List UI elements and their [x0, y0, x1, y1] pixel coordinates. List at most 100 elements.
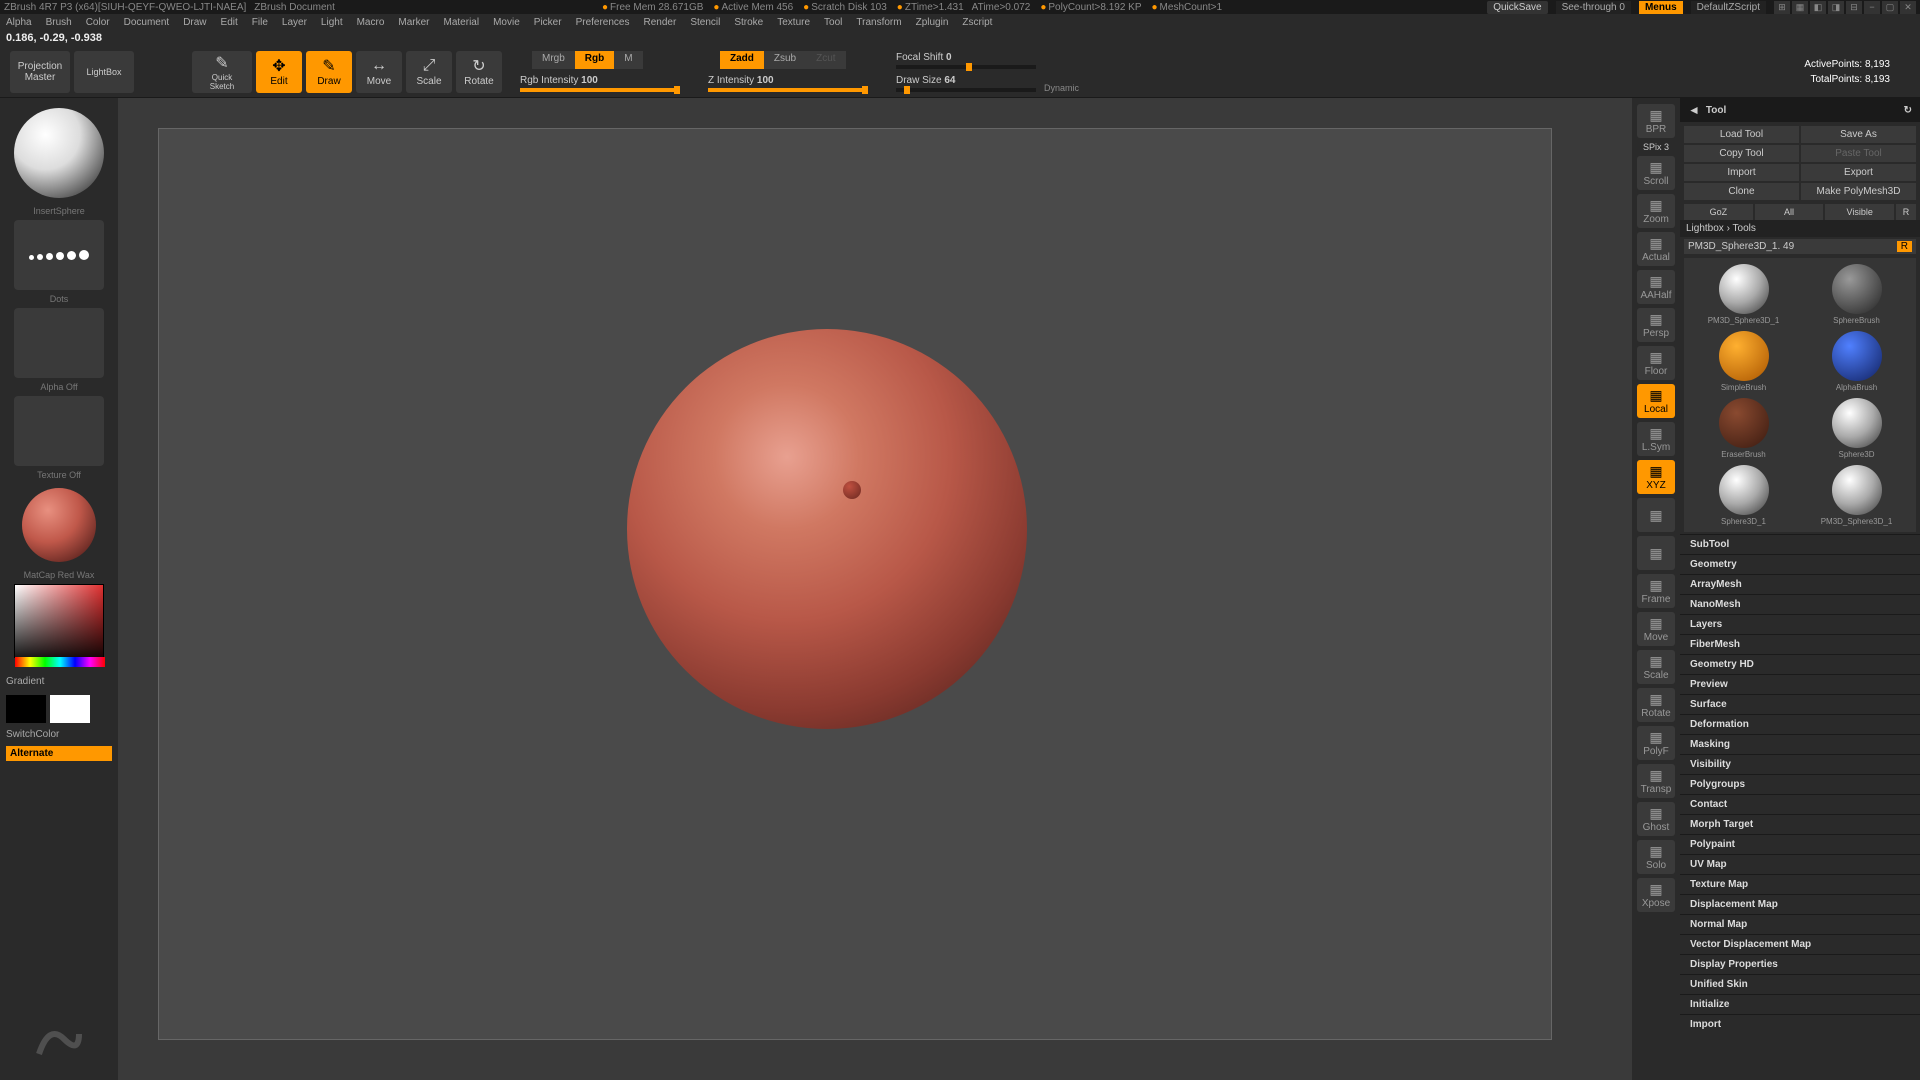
menu-layer[interactable]: Layer	[282, 17, 307, 28]
menu-zplugin[interactable]: Zplugin	[916, 17, 949, 28]
shelf-scroll[interactable]: ▦Scroll	[1637, 156, 1675, 190]
shelf-frame[interactable]: ▦Frame	[1637, 574, 1675, 608]
clone-button[interactable]: Clone	[1684, 183, 1799, 200]
viewport[interactable]	[158, 128, 1552, 1040]
shelf-xpose[interactable]: ▦Xpose	[1637, 878, 1675, 912]
menu-light[interactable]: Light	[321, 17, 343, 28]
dynamic-label[interactable]: Dynamic	[1044, 83, 1079, 93]
menu-color[interactable]: Color	[86, 17, 110, 28]
section-layers[interactable]: Layers	[1680, 614, 1920, 634]
gradient-toggle[interactable]: Gradient	[6, 676, 112, 687]
section-arraymesh[interactable]: ArrayMesh	[1680, 574, 1920, 594]
shelf-btn10[interactable]: ▦	[1637, 498, 1675, 532]
hue-bar[interactable]	[15, 657, 105, 667]
quicksketch-button[interactable]: ✎Quick Sketch	[192, 51, 252, 93]
default-script[interactable]: DefaultZScript	[1691, 1, 1766, 14]
shelf-zoom[interactable]: ▦Zoom	[1637, 194, 1675, 228]
tool-item-eraserbrush[interactable]: EraserBrush	[1690, 398, 1797, 459]
menu-tool[interactable]: Tool	[824, 17, 842, 28]
section-texture-map[interactable]: Texture Map	[1680, 874, 1920, 894]
section-morph-target[interactable]: Morph Target	[1680, 814, 1920, 834]
sphere-mesh[interactable]	[627, 329, 1027, 729]
goz-all-button[interactable]: All	[1755, 204, 1824, 220]
tool-item-pm3d_sphere3d_1[interactable]: PM3D_Sphere3D_1	[1690, 264, 1797, 325]
import-button[interactable]: Import	[1684, 164, 1799, 181]
min-icon[interactable]: −	[1864, 1, 1880, 14]
mrgb-button[interactable]: Mrgb	[532, 51, 575, 69]
switch-color[interactable]: SwitchColor	[6, 729, 112, 740]
brush-thumbnail[interactable]	[14, 108, 104, 198]
section-visibility[interactable]: Visibility	[1680, 754, 1920, 774]
rgb-button[interactable]: Rgb	[575, 51, 614, 69]
icon-3[interactable]: ◧	[1810, 1, 1826, 14]
stroke-thumbnail[interactable]	[14, 220, 104, 290]
menu-alpha[interactable]: Alpha	[6, 17, 32, 28]
menu-draw[interactable]: Draw	[183, 17, 206, 28]
shelf-move[interactable]: ▦Move	[1637, 612, 1675, 646]
zadd-button[interactable]: Zadd	[720, 51, 764, 69]
section-contact[interactable]: Contact	[1680, 794, 1920, 814]
move-tool-button[interactable]: ↔Move	[356, 51, 402, 93]
section-normal-map[interactable]: Normal Map	[1680, 914, 1920, 934]
paste-tool-button[interactable]: Paste Tool	[1801, 145, 1916, 162]
rotate-button[interactable]: ↻Rotate	[456, 51, 502, 93]
icon-4[interactable]: ◨	[1828, 1, 1844, 14]
shelf-ghost[interactable]: ▦Ghost	[1637, 802, 1675, 836]
shelf-bpr[interactable]: ▦BPR	[1637, 104, 1675, 138]
section-geometry[interactable]: Geometry	[1680, 554, 1920, 574]
menu-stencil[interactable]: Stencil	[690, 17, 720, 28]
edit-button[interactable]: ✥Edit	[256, 51, 302, 93]
quicksave-button[interactable]: QuickSave	[1487, 1, 1547, 14]
section-display-properties[interactable]: Display Properties	[1680, 954, 1920, 974]
section-polypaint[interactable]: Polypaint	[1680, 834, 1920, 854]
icon-1[interactable]: ⊞	[1774, 1, 1790, 14]
tool-item-alphabrush[interactable]: AlphaBrush	[1803, 331, 1910, 392]
scale-button[interactable]: ⤢Scale	[406, 51, 452, 93]
close-icon[interactable]: ✕	[1900, 1, 1916, 14]
alpha-thumbnail[interactable]	[14, 308, 104, 378]
z-intensity-slider[interactable]	[708, 88, 868, 92]
shelf-aahalf[interactable]: ▦AAHalf	[1637, 270, 1675, 304]
shelf-l.sym[interactable]: ▦L.Sym	[1637, 422, 1675, 456]
section-surface[interactable]: Surface	[1680, 694, 1920, 714]
section-masking[interactable]: Masking	[1680, 734, 1920, 754]
section-geometry-hd[interactable]: Geometry HD	[1680, 654, 1920, 674]
menu-picker[interactable]: Picker	[534, 17, 562, 28]
shelf-solo[interactable]: ▦Solo	[1637, 840, 1675, 874]
alternate-button[interactable]: Alternate	[6, 746, 112, 761]
menu-file[interactable]: File	[252, 17, 268, 28]
projection-master-button[interactable]: Projection Master	[10, 51, 70, 93]
tool-item-spherebrush[interactable]: SphereBrush	[1803, 264, 1910, 325]
section-displacement-map[interactable]: Displacement Map	[1680, 894, 1920, 914]
section-unified-skin[interactable]: Unified Skin	[1680, 974, 1920, 994]
section-preview[interactable]: Preview	[1680, 674, 1920, 694]
shelf-actual[interactable]: ▦Actual	[1637, 232, 1675, 266]
tool-header[interactable]: ◄ Tool↻	[1680, 98, 1920, 122]
menu-movie[interactable]: Movie	[493, 17, 520, 28]
seethrough-slider[interactable]: See-through 0	[1556, 1, 1631, 14]
lightbox-button[interactable]: LightBox	[74, 51, 134, 93]
section-deformation[interactable]: Deformation	[1680, 714, 1920, 734]
shelf-persp[interactable]: ▦Persp	[1637, 308, 1675, 342]
export-button[interactable]: Export	[1801, 164, 1916, 181]
shelf-transp[interactable]: ▦Transp	[1637, 764, 1675, 798]
menu-macro[interactable]: Macro	[357, 17, 385, 28]
goz-button[interactable]: GoZ	[1684, 204, 1753, 220]
make-polymesh-button[interactable]: Make PolyMesh3D	[1801, 183, 1916, 200]
m-button[interactable]: M	[614, 51, 642, 69]
rgb-intensity-slider[interactable]	[520, 88, 680, 92]
shelf-polyf[interactable]: ▦PolyF	[1637, 726, 1675, 760]
menu-material[interactable]: Material	[444, 17, 480, 28]
tool-item-pm3d_sphere3d_1[interactable]: PM3D_Sphere3D_1	[1803, 465, 1910, 526]
shelf-btn11[interactable]: ▦	[1637, 536, 1675, 570]
load-tool-button[interactable]: Load Tool	[1684, 126, 1799, 143]
shelf-xyz[interactable]: ▦XYZ	[1637, 460, 1675, 494]
menu-document[interactable]: Document	[124, 17, 170, 28]
draw-size-slider[interactable]	[896, 88, 1036, 92]
menu-transform[interactable]: Transform	[856, 17, 901, 28]
section-initialize[interactable]: Initialize	[1680, 994, 1920, 1014]
focal-shift-slider[interactable]	[896, 65, 1036, 69]
material-thumbnail[interactable]	[22, 488, 96, 562]
menu-edit[interactable]: Edit	[221, 17, 238, 28]
max-icon[interactable]: ▢	[1882, 1, 1898, 14]
